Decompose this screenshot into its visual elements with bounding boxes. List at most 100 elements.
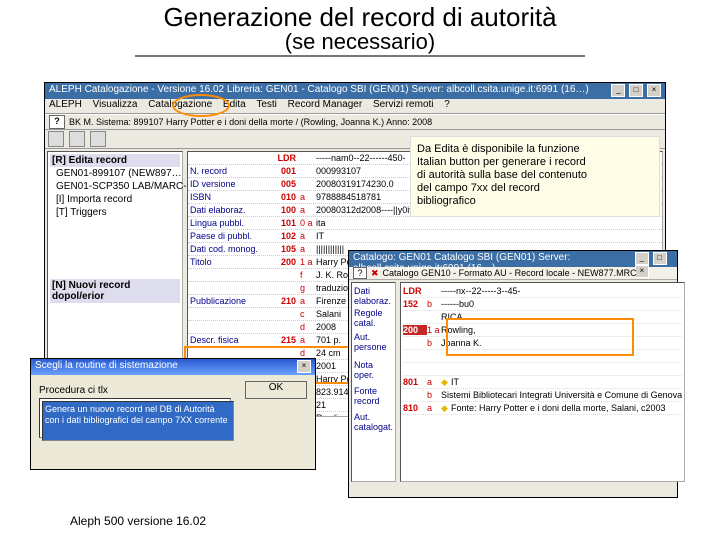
procedure-listbox[interactable]: Genera un nuovo record nel DB di Autorit… bbox=[39, 398, 231, 438]
tree-item[interactable]: [I] Importa record bbox=[50, 193, 180, 206]
ok-button[interactable]: OK bbox=[245, 381, 307, 399]
field-label: Nota oper. bbox=[354, 359, 393, 381]
bullet-icon: ◆ bbox=[441, 377, 448, 387]
crumb-text: Catalogo GEN10 - Formato AU - Record loc… bbox=[383, 268, 637, 278]
marc-row[interactable]: Paese di pubbl.102aIT bbox=[188, 230, 662, 243]
marc-indicator: 0 a bbox=[300, 218, 316, 228]
field-label: Regole catal. bbox=[354, 307, 393, 329]
marc-tag: 801 bbox=[403, 377, 427, 387]
titlebar: Catalogo: GEN01 Catalogo SBI (GEN01) Ser… bbox=[349, 251, 677, 267]
marc-indicator: b bbox=[427, 299, 441, 309]
marc-indicator: a bbox=[300, 192, 316, 202]
marc-tag: 810 bbox=[403, 403, 427, 413]
marc-indicator: a bbox=[300, 205, 316, 215]
marc-value: ------bu0 bbox=[441, 299, 682, 309]
breadcrumb: ? ✖ Catalogo GEN10 - Formato AU - Record… bbox=[349, 267, 677, 280]
help-icon[interactable]: ? bbox=[49, 115, 65, 129]
marc-indicator: g bbox=[300, 283, 316, 293]
toolbar-icon[interactable] bbox=[48, 131, 64, 147]
marc-tag: 102 bbox=[268, 231, 300, 241]
tree-header: [R] Edita record bbox=[50, 154, 180, 167]
marc-indicator: a bbox=[300, 231, 316, 241]
field-label: Paese di pubbl. bbox=[188, 231, 268, 241]
field-label: Pubblicazione bbox=[188, 296, 268, 306]
explanatory-note: Da Edita è disponibile la funzione Itali… bbox=[410, 136, 660, 217]
close-icon[interactable]: × bbox=[647, 84, 661, 97]
close-tab-icon[interactable]: ✖ bbox=[371, 268, 379, 279]
maximize-icon[interactable]: □ bbox=[653, 252, 667, 265]
menu-item[interactable]: Servizi remoti bbox=[373, 99, 434, 110]
marc-tag: 005 bbox=[268, 179, 300, 189]
marc-tag: 010 bbox=[268, 192, 300, 202]
note-line: di autorità sulla base del contenuto bbox=[417, 169, 653, 182]
marc-value: Sistemi Bibliotecari Integrati Universit… bbox=[441, 390, 682, 400]
note-line: Da Edita è disponibile la funzione bbox=[417, 143, 653, 156]
field-label: N. record bbox=[188, 166, 268, 176]
marc-indicator: a bbox=[427, 403, 441, 413]
marc-row[interactable]: bSistemi Bibliotecari Integrati Universi… bbox=[403, 389, 682, 402]
marc-tag: LDR bbox=[403, 286, 427, 296]
field-label: Descr. fisica bbox=[188, 335, 268, 345]
help-icon[interactable]: ? bbox=[353, 267, 367, 279]
menu-item[interactable]: ALEPH bbox=[49, 99, 82, 110]
field-label: Dati cod. monog. bbox=[188, 244, 268, 254]
marc-tag: 105 bbox=[268, 244, 300, 254]
note-line: Italian button per generare i record bbox=[417, 156, 653, 169]
tree-panel2: [N] Nuovi record dopol/erior bbox=[50, 279, 180, 303]
marc-row[interactable]: 810a◆Fonte: Harry Potter e i doni della … bbox=[403, 402, 682, 415]
marc-indicator: f bbox=[300, 270, 316, 280]
tree-item[interactable]: [T] Triggers bbox=[50, 206, 180, 219]
menu-item[interactable]: ? bbox=[444, 99, 450, 110]
menu-item[interactable]: Visualizza bbox=[93, 99, 138, 110]
footer-version: Aleph 500 versione 16.02 bbox=[70, 514, 206, 528]
marc-indicator: b bbox=[427, 338, 441, 348]
status-line: ? BK M. Sistema: 899107 Harry Potter e i… bbox=[45, 114, 665, 130]
highlight-box-auth-200 bbox=[446, 318, 634, 356]
marc-row[interactable]: LDR-----nx--22-----3--45- bbox=[403, 285, 682, 298]
field-labels: Dati elaboraz.Regole catal.Aut. persone N… bbox=[351, 282, 396, 482]
note-line: del campo 7xx del record bbox=[417, 182, 653, 195]
field-label: Dati elaboraz. bbox=[188, 205, 268, 215]
note-line: bibliografico bbox=[417, 195, 653, 208]
minimize-icon[interactable]: _ bbox=[635, 252, 649, 265]
fix-routine-dialog: Scegli la routine di sistemazione × Proc… bbox=[30, 358, 316, 470]
field-label: Dati elaboraz. bbox=[354, 285, 393, 307]
marc-value: ita bbox=[316, 218, 662, 228]
field-label: Aut. catalogat. bbox=[354, 411, 393, 433]
marc-indicator: a bbox=[300, 296, 316, 306]
marc-row[interactable]: 152b------bu0 bbox=[403, 298, 682, 311]
marc-row[interactable]: 801a◆IT bbox=[403, 376, 682, 389]
close-icon[interactable]: × bbox=[297, 360, 311, 373]
marc-row[interactable] bbox=[403, 363, 682, 376]
minimize-icon[interactable]: _ bbox=[611, 84, 625, 97]
list-option-selected[interactable]: Genera un nuovo record nel DB di Autorit… bbox=[42, 401, 234, 441]
marc-indicator: a bbox=[300, 335, 316, 345]
maximize-icon[interactable]: □ bbox=[629, 84, 643, 97]
highlight-ring-edita bbox=[172, 94, 230, 117]
marc-tag: 152 bbox=[403, 299, 427, 309]
marc-indicator: b bbox=[427, 390, 441, 400]
toolbar-icon[interactable] bbox=[90, 131, 106, 147]
aleph-authority-window: Catalogo: GEN01 Catalogo SBI (GEN01) Ser… bbox=[348, 250, 678, 498]
toolbar-icon[interactable] bbox=[69, 131, 85, 147]
marc-indicator: 1 a bbox=[427, 325, 441, 335]
field-label: Aut. persone bbox=[354, 331, 393, 353]
marc-tag: 101 bbox=[268, 218, 300, 228]
field-label: Lingua pubbl. bbox=[188, 218, 268, 228]
menu-item[interactable]: Testi bbox=[256, 99, 277, 110]
marc-tag: 210 bbox=[268, 296, 300, 306]
tree-item[interactable]: GEN01-899107 (NEW897… bbox=[50, 167, 180, 180]
marc-row[interactable]: Lingua pubbl.1010 aita bbox=[188, 217, 662, 230]
field-label: ID versione bbox=[188, 179, 268, 189]
marc-indicator: a bbox=[427, 377, 441, 387]
window-controls[interactable]: _ □ × bbox=[610, 84, 661, 98]
menu-item[interactable]: Record Manager bbox=[288, 99, 362, 110]
slide-subtitle: (se necessario) bbox=[0, 29, 720, 55]
dialog-title: Scegli la routine di sistemazione bbox=[35, 360, 178, 374]
authority-marc-grid[interactable]: LDR-----nx--22-----3--45-152b------bu0RI… bbox=[400, 282, 685, 482]
tree-item[interactable]: GEN01-SCP350 LAB/MARC-MRC bbox=[50, 180, 180, 193]
menubar[interactable]: ALEPH Visualizza Catalogazione Edita Tes… bbox=[45, 99, 665, 114]
dialog-titlebar: Scegli la routine di sistemazione × bbox=[31, 359, 315, 375]
marc-tag: 100 bbox=[268, 205, 300, 215]
marc-tag: 001 bbox=[268, 166, 300, 176]
